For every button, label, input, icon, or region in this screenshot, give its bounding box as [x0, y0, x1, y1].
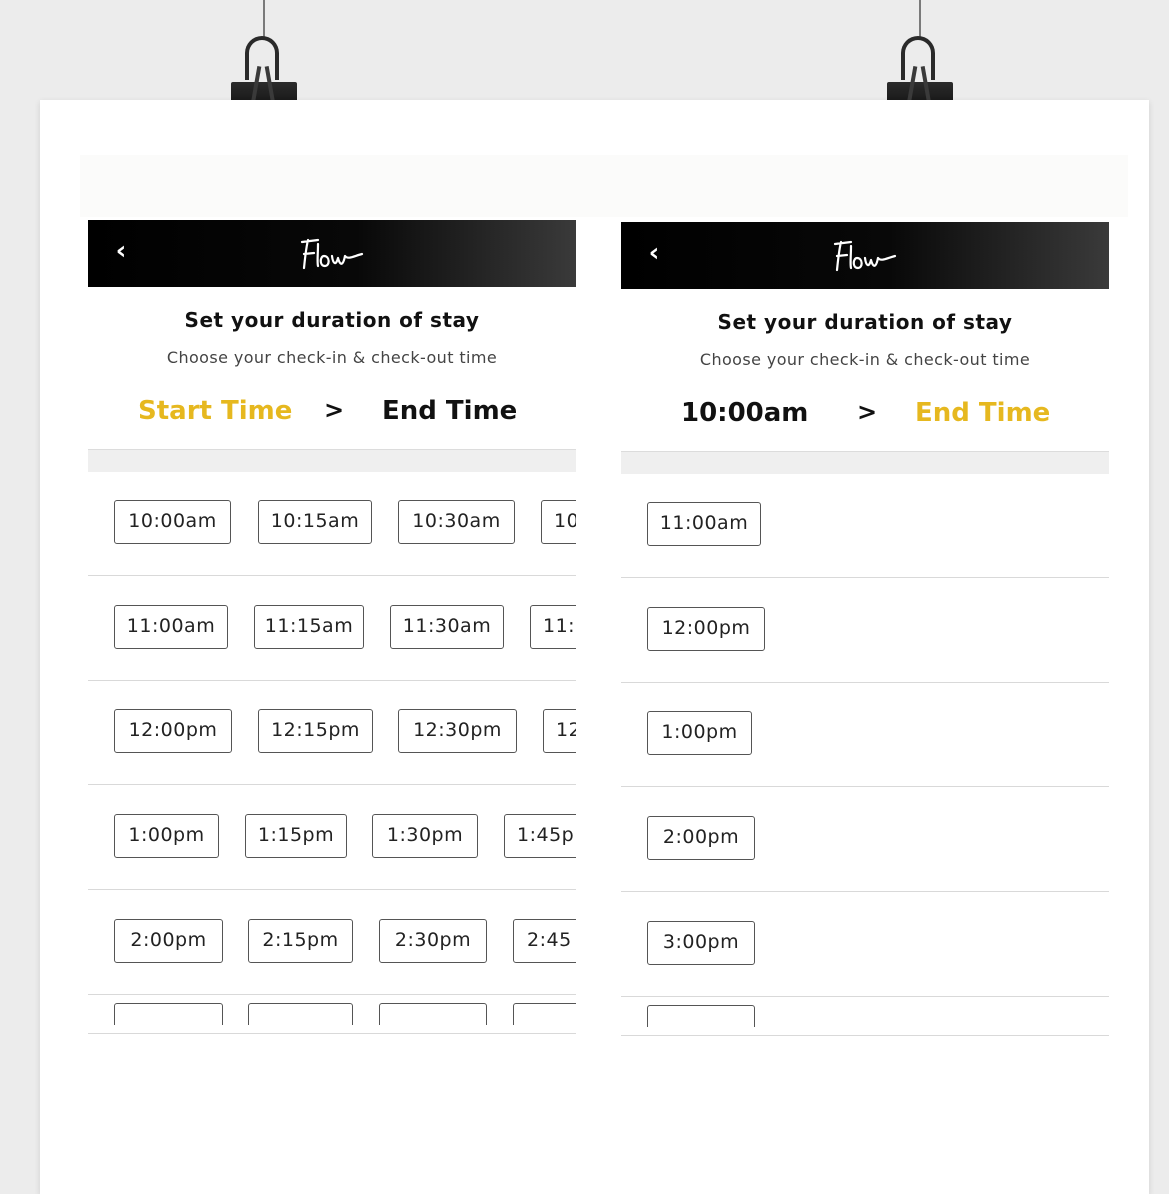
time-option-button[interactable]: 1:30pm [372, 814, 478, 858]
time-option-button[interactable] [513, 1003, 576, 1025]
hanging-wire-right [919, 0, 921, 40]
time-option-button[interactable]: 2:15pm [248, 919, 353, 963]
time-option-button[interactable]: 11:00am [647, 502, 761, 546]
time-option-button[interactable]: 12:00pm [114, 709, 232, 753]
page-subtitle: Choose your check-in & check-out time [166, 348, 498, 367]
time-row: 2:00pm 2:15pm 2:30pm 2:45 [88, 891, 576, 995]
time-option-button[interactable]: 11:30am [390, 605, 504, 649]
hanging-wire-left [263, 0, 265, 40]
time-row: 1:00pm [621, 683, 1109, 787]
time-row: 12:00pm 12:15pm 12:30pm 12 [88, 681, 576, 785]
time-option-button[interactable]: 11:00am [114, 605, 228, 649]
app-bar: ‹ [621, 222, 1109, 289]
time-row: 2:00pm [621, 788, 1109, 892]
time-option-button[interactable]: 2:30pm [379, 919, 487, 963]
time-option-button[interactable]: 2:45 [513, 919, 576, 963]
page-title: Set your duration of stay [184, 308, 480, 332]
time-option-button[interactable]: 3:00pm [647, 921, 755, 965]
back-chevron-icon[interactable]: ‹ [643, 238, 665, 268]
time-row: 11:00am 11:15am 11:30am 11: [88, 577, 576, 681]
tab-end-time[interactable]: End Time [382, 396, 517, 426]
time-option-button[interactable]: 1:15pm [245, 814, 347, 858]
tab-start-time[interactable]: 10:00am [681, 398, 808, 428]
time-option-button[interactable] [114, 1003, 223, 1025]
time-row: 11:00am [621, 474, 1109, 578]
section-divider [88, 449, 576, 472]
screen-start-time: ‹ Set your duration of stay Choose your … [88, 220, 576, 1035]
back-chevron-icon[interactable]: ‹ [110, 236, 132, 266]
time-option-button[interactable]: 11:15am [254, 605, 364, 649]
time-option-button[interactable]: 12:15pm [258, 709, 373, 753]
time-row: 1:00pm 1:15pm 1:30pm 1:45p [88, 786, 576, 890]
time-option-button[interactable]: 2:00pm [114, 919, 223, 963]
time-option-button[interactable]: 1:00pm [647, 711, 752, 755]
time-option-button[interactable]: 11: [530, 605, 576, 649]
flow-logo [300, 238, 364, 270]
list-bottom-edge [88, 1033, 576, 1034]
time-row: 12:00pm [621, 579, 1109, 683]
page-subtitle: Choose your check-in & check-out time [699, 350, 1031, 369]
tab-start-time[interactable]: Start Time [138, 396, 292, 426]
time-option-button[interactable]: 10:00am [114, 500, 231, 544]
time-option-button[interactable]: 10:30am [398, 500, 515, 544]
time-option-button[interactable]: 1:45p [504, 814, 576, 858]
time-option-button[interactable]: 10 [541, 500, 576, 544]
chevron-right-icon: > [857, 398, 878, 426]
poster-band [80, 155, 1128, 217]
time-row: 10:00am 10:15am 10:30am 10 [88, 472, 576, 576]
chevron-right-icon: > [324, 396, 345, 424]
flow-logo [833, 240, 897, 272]
page-title: Set your duration of stay [717, 310, 1013, 334]
screen-end-time: ‹ Set your duration of stay Choose your … [621, 222, 1109, 1037]
time-option-button[interactable]: 12:00pm [647, 607, 765, 651]
time-option-button[interactable]: 2:00pm [647, 816, 755, 860]
time-option-button[interactable] [647, 1005, 755, 1027]
list-bottom-edge [621, 1035, 1109, 1036]
time-option-button[interactable] [379, 1003, 487, 1025]
time-row-partial [88, 995, 576, 1025]
time-option-button[interactable]: 1:00pm [114, 814, 219, 858]
time-option-button[interactable]: 12:30pm [398, 709, 517, 753]
time-option-button[interactable]: 10:15am [258, 500, 372, 544]
section-divider [621, 451, 1109, 474]
time-row: 3:00pm [621, 893, 1109, 997]
app-bar: ‹ [88, 220, 576, 287]
time-option-button[interactable]: 12 [543, 709, 576, 753]
time-option-button[interactable] [248, 1003, 353, 1025]
time-row-partial [621, 997, 1109, 1027]
tab-end-time[interactable]: End Time [915, 398, 1050, 428]
